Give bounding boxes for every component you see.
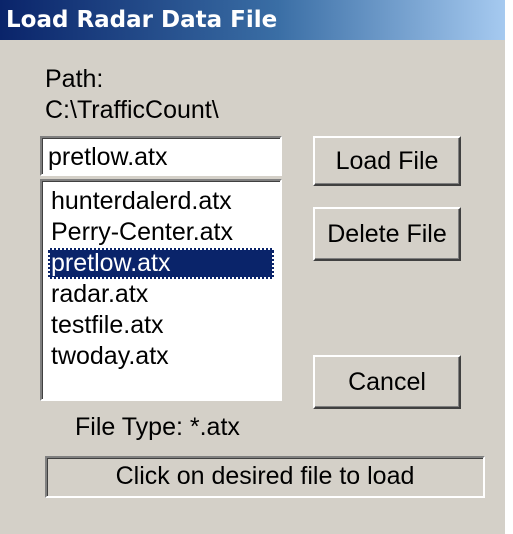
- path-label: Path:: [45, 65, 104, 93]
- path-value: C:\TrafficCount\: [45, 96, 219, 124]
- load-file-button[interactable]: Load File: [313, 136, 461, 186]
- file-type-label: File Type: *.atx: [75, 413, 240, 441]
- title-bar[interactable]: Load Radar Data File: [0, 0, 505, 40]
- cancel-button[interactable]: Cancel: [313, 355, 461, 409]
- delete-file-button[interactable]: Delete File: [313, 207, 461, 261]
- list-item-selected[interactable]: pretlow.atx: [48, 248, 274, 279]
- list-item[interactable]: hunterdalerd.atx: [48, 186, 274, 217]
- list-item[interactable]: testfile.atx: [48, 310, 274, 341]
- status-message: Click on desired file to load: [45, 456, 485, 498]
- load-radar-dialog: Load Radar Data File Path: C:\TrafficCou…: [0, 0, 505, 534]
- list-item[interactable]: radar.atx: [48, 279, 274, 310]
- background-edge: [505, 0, 513, 534]
- window-title: Load Radar Data File: [6, 7, 278, 33]
- list-item[interactable]: Perry-Center.atx: [48, 217, 274, 248]
- file-listbox[interactable]: hunterdalerd.atx Perry-Center.atx pretlo…: [40, 179, 282, 401]
- list-item[interactable]: twoday.atx: [48, 341, 274, 372]
- filename-input[interactable]: pretlow.atx: [40, 136, 282, 176]
